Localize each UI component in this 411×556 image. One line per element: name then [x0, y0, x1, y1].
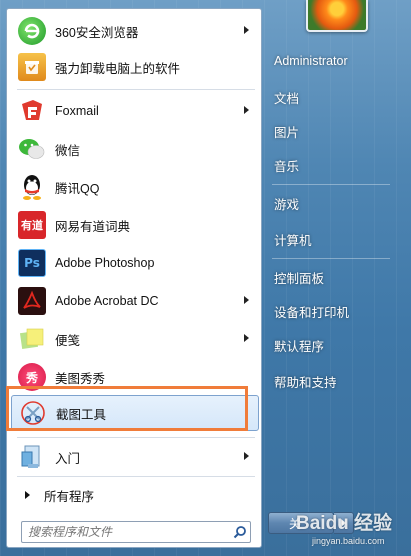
menu-help-support[interactable]: 帮助和支持: [268, 366, 398, 396]
separator: [272, 258, 390, 259]
uninstall-icon: [18, 53, 46, 81]
submenu-arrow-icon[interactable]: [244, 452, 249, 460]
search-icon[interactable]: [230, 522, 250, 542]
wechat-icon: [18, 135, 46, 163]
program-snipping-tool[interactable]: 截图工具: [11, 395, 259, 431]
all-programs-button[interactable]: 所有程序: [11, 481, 259, 509]
search-box[interactable]: [21, 521, 251, 543]
acrobat-icon: [18, 287, 46, 315]
program-label: 腾讯QQ: [55, 181, 100, 196]
submenu-arrow-icon[interactable]: [244, 296, 249, 304]
youdao-icon: 有道: [18, 211, 46, 239]
user-avatar[interactable]: [306, 0, 368, 32]
program-foxmail[interactable]: Foxmail: [11, 93, 259, 129]
menu-documents[interactable]: 文档: [268, 82, 398, 112]
program-label: 入门: [55, 451, 81, 466]
program-sticky-notes[interactable]: 便笺: [11, 321, 259, 357]
getting-started-icon: [18, 443, 46, 471]
menu-pictures[interactable]: 图片: [268, 116, 398, 146]
program-label: 强力卸载电脑上的软件: [55, 61, 181, 76]
separator: [17, 89, 255, 90]
program-label: 美图秀秀: [55, 371, 106, 386]
submenu-arrow-icon[interactable]: [244, 106, 249, 114]
menu-music[interactable]: 音乐: [268, 150, 398, 180]
program-label: Foxmail: [55, 104, 99, 118]
program-label: Adobe Photoshop: [55, 256, 155, 270]
snipping-tool-icon: [19, 399, 47, 427]
foxmail-icon: [18, 97, 46, 125]
program-label: 360安全浏览器: [55, 25, 139, 40]
program-photoshop[interactable]: Ps Adobe Photoshop: [11, 245, 259, 281]
menu-computer[interactable]: 计算机: [268, 224, 398, 254]
program-label: 网易有道词典: [55, 219, 131, 234]
program-wechat[interactable]: 微信: [11, 131, 259, 167]
program-uninstall[interactable]: 强力卸载电脑上的软件: [11, 49, 259, 85]
watermark-url: jingyan.baidu.com: [312, 536, 385, 546]
program-meitu[interactable]: 秀 美图秀秀: [11, 359, 259, 395]
menu-devices-printers[interactable]: 设备和打印机: [268, 296, 398, 326]
360-browser-icon: [18, 17, 46, 45]
submenu-arrow-icon[interactable]: [244, 26, 249, 34]
expand-arrow-icon: [25, 491, 30, 499]
watermark-brand: Baidu 经验: [296, 513, 393, 534]
program-label: 便笺: [55, 333, 81, 348]
menu-user-folder[interactable]: Administrator: [268, 46, 398, 76]
start-menu: 360安全浏览器 强力卸载电脑上的软件 Foxmail 微信 腾讯QQ 有道 网…: [0, 0, 411, 556]
program-label: Adobe Acrobat DC: [55, 294, 159, 308]
separator: [17, 476, 255, 477]
program-label: 微信: [55, 143, 81, 158]
qq-icon: [18, 173, 46, 201]
photoshop-icon: Ps: [18, 249, 46, 277]
menu-games[interactable]: 游戏: [268, 188, 398, 218]
program-360-browser[interactable]: 360安全浏览器: [11, 13, 259, 49]
program-qq[interactable]: 腾讯QQ: [11, 169, 259, 205]
program-acrobat[interactable]: Adobe Acrobat DC: [11, 283, 259, 319]
program-getting-started[interactable]: 入门: [11, 439, 259, 475]
meitu-icon: 秀: [18, 363, 46, 391]
programs-pane: 360安全浏览器 强力卸载电脑上的软件 Foxmail 微信 腾讯QQ 有道 网…: [6, 8, 262, 548]
separator: [17, 437, 255, 438]
all-programs-label: 所有程序: [44, 489, 95, 504]
search-input[interactable]: [22, 522, 230, 542]
program-label: 截图工具: [56, 407, 107, 422]
program-youdao[interactable]: 有道 网易有道词典: [11, 207, 259, 243]
menu-control-panel[interactable]: 控制面板: [268, 262, 398, 292]
baidu-watermark: Baidu 经验 jingyan.baidu.com: [296, 508, 408, 554]
separator: [272, 184, 390, 185]
sticky-notes-icon: [18, 325, 46, 353]
submenu-arrow-icon[interactable]: [244, 334, 249, 342]
menu-default-programs[interactable]: 默认程序: [268, 330, 398, 360]
